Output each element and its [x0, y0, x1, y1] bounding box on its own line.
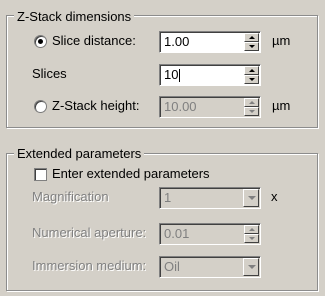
- zstack-height-increment-button[interactable]: [244, 98, 259, 107]
- slices-decrement-button[interactable]: [244, 75, 259, 84]
- slice-distance-increment-button[interactable]: [244, 33, 259, 42]
- numerical-aperture-decrement-button[interactable]: [244, 234, 259, 243]
- zstack-dimensions-title: Z-Stack dimensions: [14, 9, 135, 24]
- immersion-medium-value: Oil: [164, 259, 180, 274]
- arrow-up-icon: [249, 101, 255, 104]
- slices-label: Slices: [32, 66, 67, 81]
- chevron-down-icon: [248, 196, 256, 200]
- slice-distance-value: 1.00: [164, 34, 190, 49]
- magnification-combobox[interactable]: 1: [159, 187, 261, 209]
- zstack-height-radio[interactable]: [34, 100, 47, 113]
- slices-input[interactable]: 10: [159, 64, 261, 86]
- immersion-medium-label: Immersion medium:: [32, 258, 147, 273]
- slices-value: 10: [164, 67, 179, 82]
- numerical-aperture-value: 0.01: [164, 226, 190, 241]
- arrow-down-icon: [249, 78, 255, 81]
- slice-distance-spinbox[interactable]: 1.00: [159, 31, 261, 53]
- chevron-down-icon: [248, 265, 256, 269]
- slice-distance-radio[interactable]: [34, 35, 47, 48]
- zstack-height-value: 10.00: [164, 99, 197, 114]
- magnification-dropdown-button[interactable]: [243, 189, 259, 207]
- immersion-medium-dropdown-button[interactable]: [243, 258, 259, 276]
- radio-selected-dot: [38, 39, 43, 44]
- numerical-aperture-spinbox[interactable]: 0.01: [159, 223, 261, 245]
- immersion-medium-combobox[interactable]: Oil: [159, 256, 261, 278]
- zstack-height-label: Z-Stack height:: [52, 98, 140, 113]
- enter-extended-parameters-checkbox[interactable]: [34, 168, 47, 181]
- zstack-height-decrement-button[interactable]: [244, 107, 259, 116]
- text-caret: [179, 69, 180, 82]
- slice-distance-unit: µm: [272, 33, 291, 48]
- arrow-up-icon: [249, 36, 255, 39]
- arrow-up-icon: [249, 228, 255, 231]
- magnification-value: 1: [164, 190, 172, 205]
- slices-increment-button[interactable]: [244, 66, 259, 75]
- extended-parameters-title: Extended parameters: [14, 146, 145, 161]
- arrow-down-icon: [249, 237, 255, 240]
- arrow-up-icon: [249, 69, 255, 72]
- magnification-unit: x: [271, 189, 278, 204]
- slice-distance-label: Slice distance:: [52, 33, 136, 48]
- zstack-height-spinbox[interactable]: 10.00: [159, 96, 261, 118]
- slice-distance-decrement-button[interactable]: [244, 42, 259, 51]
- arrow-down-icon: [249, 45, 255, 48]
- zstack-height-unit: µm: [272, 98, 291, 113]
- arrow-down-icon: [249, 110, 255, 113]
- magnification-label: Magnification: [32, 189, 109, 204]
- numerical-aperture-increment-button[interactable]: [244, 225, 259, 234]
- enter-extended-parameters-label: Enter extended parameters: [52, 166, 210, 181]
- numerical-aperture-label: Numerical aperture:: [32, 225, 147, 240]
